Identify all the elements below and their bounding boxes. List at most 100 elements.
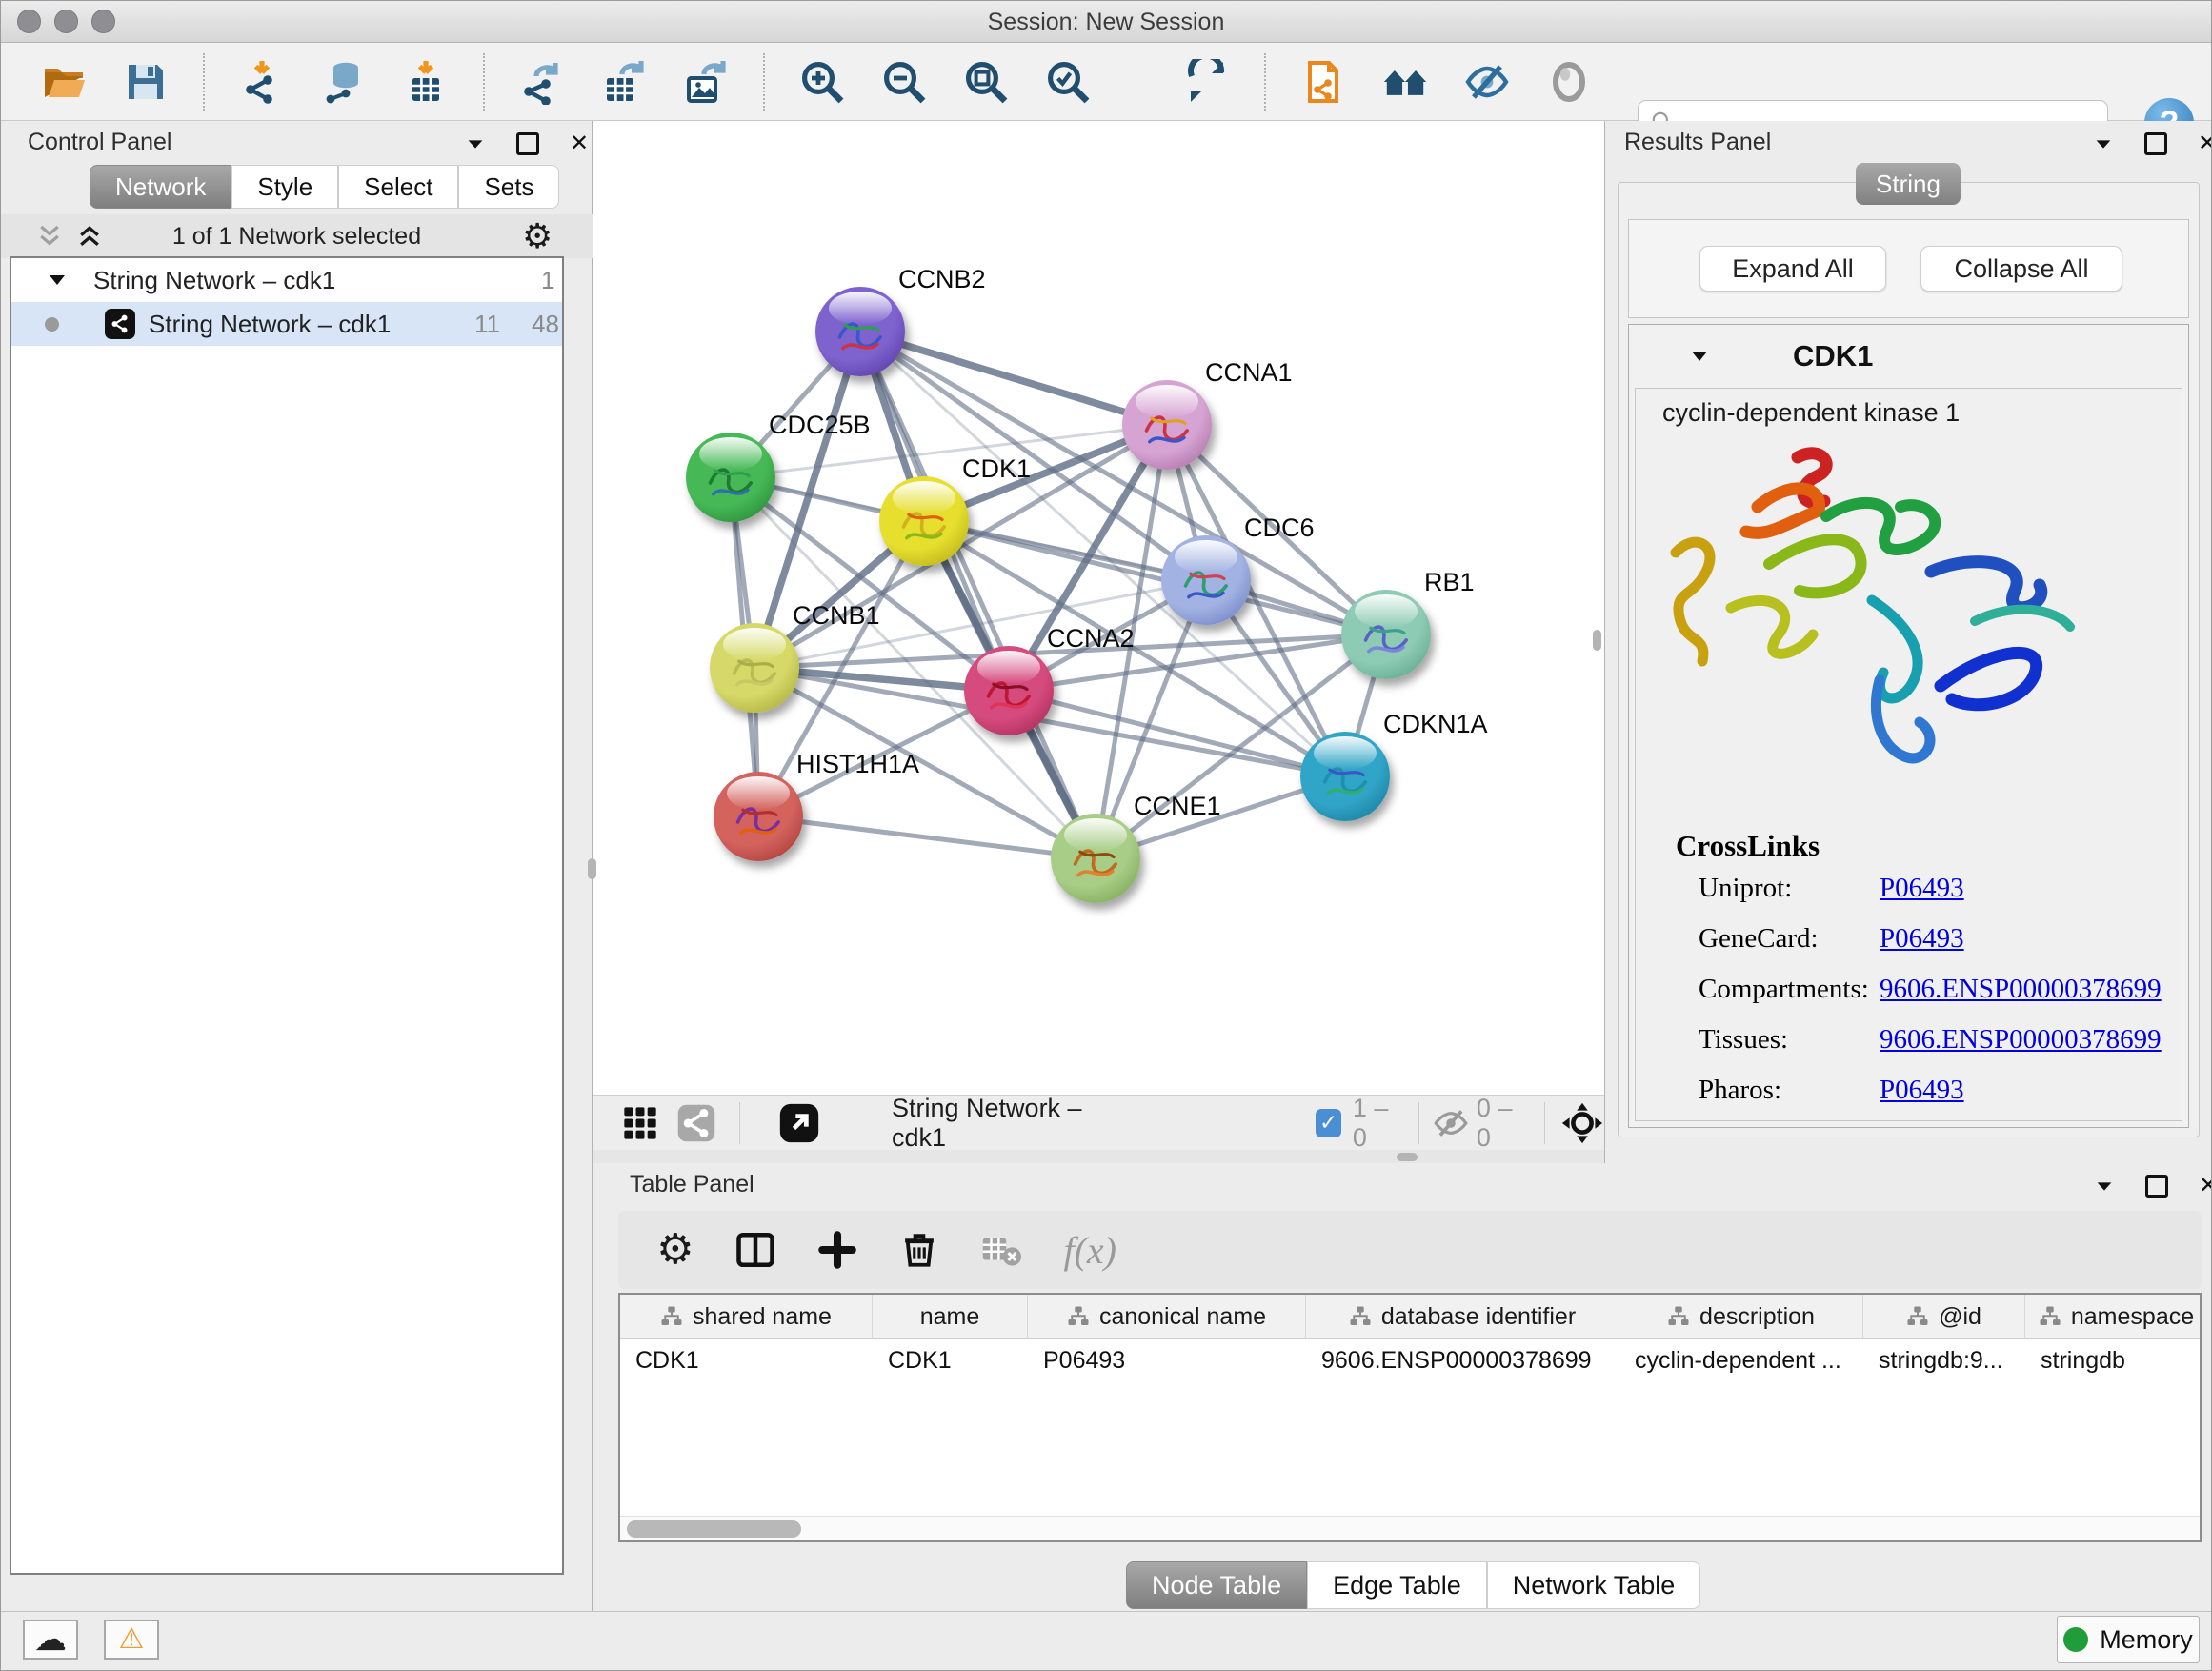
node-CDKN1A[interactable] (1300, 732, 1390, 821)
gene-details: cyclin-dependent kinase 1 (1635, 388, 2182, 1121)
column-header-shared-name[interactable]: shared name (620, 1295, 873, 1339)
edge-CDK1-RB1[interactable] (924, 521, 1386, 634)
scrollbar-thumb[interactable] (627, 1520, 801, 1538)
column-header--id[interactable]: @id (1863, 1295, 2025, 1339)
tab-sets[interactable]: Sets (458, 165, 559, 209)
memory-button[interactable]: Memory (2057, 1616, 2200, 1663)
string-view-icon[interactable] (676, 1103, 716, 1143)
refresh-button[interactable] (1182, 57, 1232, 107)
file-share-button[interactable] (1298, 57, 1348, 107)
zoom-fit-button[interactable] (961, 57, 1011, 107)
cell-canonical-name[interactable]: P06493 (1028, 1339, 1306, 1382)
cell-name[interactable]: CDK1 (873, 1339, 1028, 1382)
node-RB1[interactable] (1341, 590, 1431, 679)
collection-expand-icon[interactable] (46, 269, 69, 292)
export-network-button[interactable] (517, 57, 567, 107)
import-database-button[interactable] (319, 57, 369, 107)
zoom-selected-button[interactable] (1043, 57, 1093, 107)
cell-namespace[interactable]: stringdb (2025, 1339, 2202, 1382)
edge-HIST1H1A-CCNE1[interactable] (758, 816, 1096, 858)
node-CDK1[interactable] (879, 476, 969, 566)
collapse-all-button[interactable]: Collapse All (1920, 246, 2122, 292)
column-header-namespace[interactable]: namespace (2025, 1295, 2202, 1339)
selected-checkbox[interactable]: ✓ (1316, 1109, 1341, 1137)
crosslink-link[interactable]: 9606.ENSP00000378699 (1880, 974, 2162, 1005)
table-row[interactable]: CDK1CDK1P064939606.ENSP00000378699cyclin… (620, 1339, 2202, 1382)
node-CCNB2[interactable] (815, 287, 905, 376)
export-table-button[interactable] (599, 57, 649, 107)
crosslink-link[interactable]: 9606.ENSP00000378699 (1880, 1024, 2162, 1056)
node-CCNA2[interactable] (964, 646, 1054, 735)
cell-description[interactable]: cyclin-dependent ... (1619, 1339, 1863, 1382)
panel-close-icon[interactable]: ✕ (570, 132, 589, 155)
show-all-button[interactable] (1544, 57, 1594, 107)
network-view: CCNB2CCNA1CDC25BCDK1CDC6RB1CCNB1CCNA2CDK… (593, 121, 1604, 1163)
node-CDC6[interactable] (1161, 535, 1251, 625)
panel-close-icon[interactable]: ✕ (2198, 132, 2212, 155)
panel-menu-icon[interactable] (2093, 133, 2114, 154)
tab-select[interactable]: Select (338, 165, 458, 209)
memory-label: Memory (2100, 1625, 2193, 1655)
import-network-button[interactable] (237, 57, 287, 107)
edge-CCNB2-CCNA1[interactable] (860, 332, 1167, 425)
network-canvas[interactable]: CCNB2CCNA1CDC25BCDK1CDC6RB1CCNB1CCNA2CDK… (593, 121, 1604, 1095)
grid-view-icon[interactable] (621, 1104, 659, 1142)
homes-button[interactable] (1380, 57, 1430, 107)
crosslink-link[interactable]: P06493 (1880, 923, 1964, 955)
window-title: Session: New Session (1, 9, 2211, 36)
network-row[interactable]: String Network – cdk1 11 48 (11, 302, 562, 346)
hide-selected-button[interactable] (1462, 57, 1512, 107)
node-CDC25B[interactable] (686, 433, 775, 522)
panel-float-icon[interactable] (2145, 1175, 2168, 1198)
tab-edge-table[interactable]: Edge Table (1307, 1561, 1487, 1609)
node-CCNB1[interactable] (710, 623, 799, 713)
cell-database-identifier[interactable]: 9606.ENSP00000378699 (1306, 1339, 1619, 1382)
open-in-window-icon[interactable] (778, 1102, 820, 1144)
fit-content-crosshair-icon[interactable] (1560, 1101, 1604, 1145)
left-splitter-grip[interactable] (588, 858, 596, 879)
node-CCNA1[interactable] (1122, 380, 1212, 470)
splitter-grip[interactable] (1397, 1153, 1418, 1161)
table-options-gear-icon[interactable]: ⚙ (656, 1229, 694, 1271)
import-table-button[interactable] (401, 57, 451, 107)
gene-collapse-icon[interactable] (1688, 345, 1711, 368)
selection-status: 1 of 1 Network selected (1, 223, 593, 251)
panel-menu-icon[interactable] (465, 133, 486, 154)
zoom-in-button[interactable] (797, 57, 847, 107)
node-HIST1H1A[interactable] (714, 772, 803, 861)
table-horizontal-scrollbar[interactable] (620, 1516, 2200, 1540)
tab-network[interactable]: Network (90, 165, 231, 209)
export-image-button[interactable] (681, 57, 731, 107)
create-column-plus-icon[interactable] (817, 1230, 857, 1270)
column-header-database-identifier[interactable]: database identifier (1306, 1295, 1619, 1339)
horizontal-splitter[interactable] (593, 1150, 1604, 1163)
cell--id[interactable]: stringdb:9... (1863, 1339, 2025, 1382)
column-header-name[interactable]: name (873, 1295, 1028, 1339)
save-session-button[interactable] (121, 57, 171, 107)
crosslink-link[interactable]: P06493 (1880, 873, 1964, 904)
tab-style[interactable]: Style (231, 165, 338, 209)
network-collection-row[interactable]: String Network – cdk1 1 (11, 258, 562, 302)
panel-menu-icon[interactable] (2094, 1176, 2115, 1197)
column-header-canonical-name[interactable]: canonical name (1028, 1295, 1306, 1339)
network-options-gear-icon[interactable]: ⚙ (522, 219, 553, 253)
warnings-button[interactable]: ⚠ (104, 1620, 159, 1660)
edge-CCNB2-CCNE1[interactable] (860, 332, 1096, 858)
open-session-button[interactable] (39, 57, 89, 107)
delete-column-trash-icon[interactable] (899, 1230, 939, 1270)
panel-close-icon[interactable]: ✕ (2199, 1175, 2212, 1198)
crosslink-link[interactable]: P06493 (1880, 1075, 1964, 1106)
panel-float-icon[interactable] (2144, 132, 2167, 155)
node-CCNE1[interactable] (1051, 814, 1140, 903)
cloud-service-button[interactable]: ☁ (23, 1620, 78, 1660)
column-header-description[interactable]: description (1619, 1295, 1863, 1339)
panel-float-icon[interactable] (516, 132, 539, 155)
right-splitter-grip[interactable] (1593, 630, 1601, 651)
show-columns-icon[interactable] (735, 1230, 775, 1270)
expand-all-button[interactable]: Expand All (1699, 246, 1886, 292)
tab-string[interactable]: String (1856, 163, 1961, 205)
cell-shared-name[interactable]: CDK1 (620, 1339, 873, 1382)
tab-node-table[interactable]: Node Table (1126, 1561, 1307, 1609)
zoom-out-button[interactable] (879, 57, 929, 107)
tab-network-table[interactable]: Network Table (1487, 1561, 1701, 1609)
